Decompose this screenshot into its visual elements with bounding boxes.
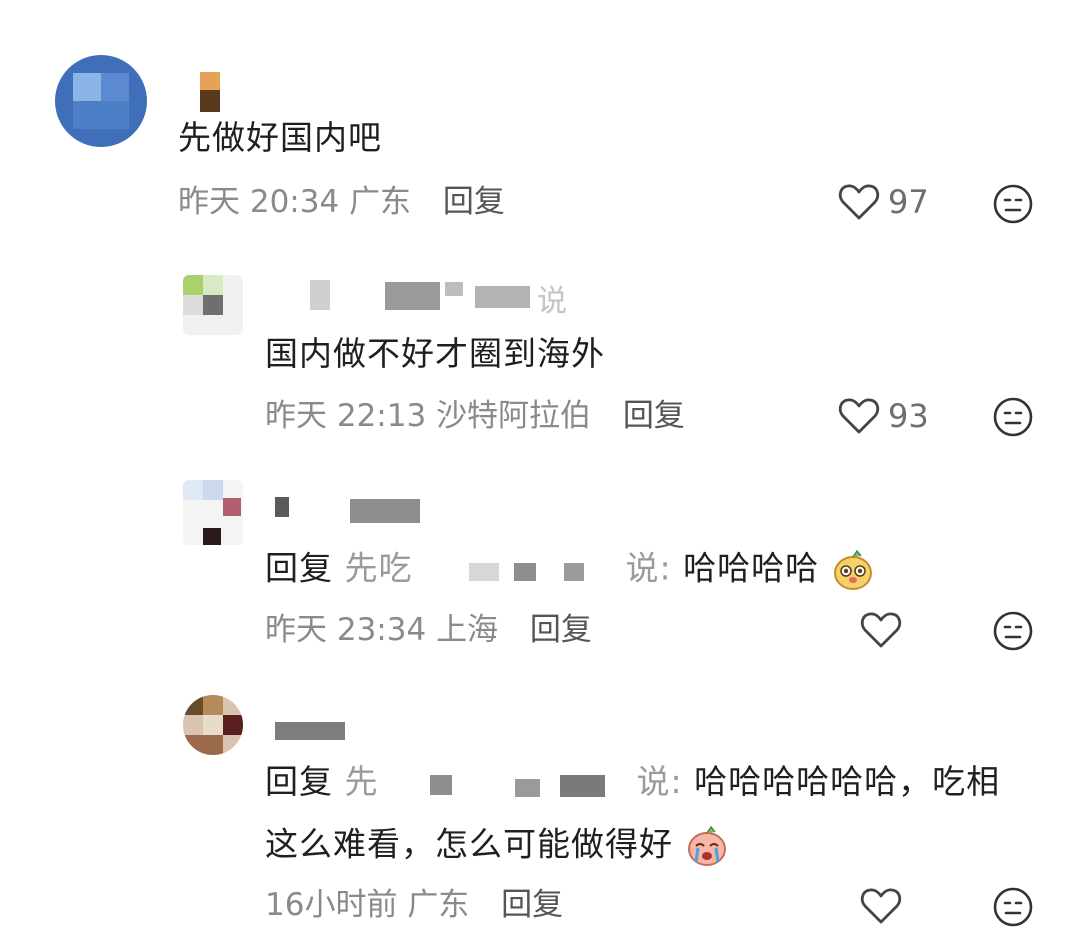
reply-button[interactable]: 回复 (443, 184, 505, 220)
like-count: 93 (888, 397, 929, 435)
username-pixel (350, 499, 420, 523)
comment-text-line: 回复 先吃 说: 哈哈哈哈 (265, 548, 875, 592)
reply-target-blur (424, 555, 614, 585)
avatar-pixel (183, 295, 203, 315)
comment-text: 哈哈哈哈 (683, 548, 820, 588)
avatar-pixel (73, 73, 101, 101)
username-pixel (445, 282, 463, 296)
comment-text-line: 这么难看，怎么可能做得好 (265, 824, 729, 868)
username-visible: 说 (537, 284, 567, 319)
avatar-pixel (223, 715, 243, 735)
reply-button[interactable]: 回复 (501, 887, 563, 923)
username-blurred[interactable] (275, 493, 425, 529)
comment-text-line: 回复 先 说: 哈哈哈哈哈哈，吃相 (265, 762, 1000, 802)
comment-location: 广东 (349, 184, 412, 220)
reply-button[interactable]: 回复 (623, 398, 685, 434)
heart-icon (860, 888, 902, 924)
heart-icon (838, 398, 880, 434)
comment-text: 国内做不好才圈到海外 (265, 334, 605, 373)
avatar-pixel (223, 498, 241, 516)
username-pixel (385, 282, 440, 310)
like-button[interactable] (860, 887, 902, 925)
cute-blob-emoji-icon (833, 549, 872, 590)
neutral-face-icon[interactable] (993, 887, 1033, 927)
comment-time: 昨天 23:34 (265, 612, 427, 648)
avatar-pixel (183, 275, 203, 295)
avatar-pixel (183, 695, 203, 715)
username-pixel (200, 72, 220, 90)
avatar-pixel (203, 715, 223, 735)
comment-location: 上海 (436, 612, 499, 648)
reply-target-name-end[interactable]: 说: (626, 549, 672, 588)
avatar-pixel (203, 480, 223, 500)
reply-target-name-start[interactable]: 先 (345, 762, 379, 801)
neutral-face-icon[interactable] (993, 184, 1033, 224)
like-button[interactable]: 93 (838, 397, 929, 435)
comment-text: 这么难看，怎么可能做得好 (265, 824, 673, 864)
like-count: 97 (888, 183, 929, 221)
comment-time: 16小时前 (265, 887, 398, 923)
username-blurred[interactable]: 说 (275, 280, 575, 319)
username-pixel (275, 497, 289, 517)
comment-text: 先做好国内吧 (178, 118, 382, 157)
reply-button[interactable]: 回复 (530, 612, 592, 648)
crying-face-emoji-icon (687, 825, 726, 866)
comment-time: 昨天 22:13 (265, 398, 427, 434)
username-pixel (469, 563, 499, 581)
username-pixel (430, 774, 452, 795)
comment-location: 沙特阿拉伯 (436, 398, 592, 434)
avatar-pixel (203, 528, 221, 545)
comment-time: 昨天 20:34 (178, 184, 340, 220)
comment-meta: 16小时前 广东 回复 (265, 885, 563, 925)
avatar-pixel (101, 73, 129, 101)
username-pixel (200, 90, 220, 112)
heart-icon (860, 612, 902, 648)
username-pixel (275, 722, 345, 740)
avatar[interactable] (183, 480, 243, 545)
reply-target-name-end[interactable]: 说: (637, 762, 683, 801)
username-pixel (310, 280, 330, 310)
reply-prefix: 回复 (265, 762, 333, 801)
username-pixel (515, 778, 540, 797)
avatar-pixel (183, 480, 203, 500)
comment-text: 哈哈哈哈哈哈，吃相 (694, 762, 1001, 801)
username-pixel (475, 286, 530, 308)
reply-prefix: 回复 (265, 548, 333, 588)
avatar[interactable] (183, 695, 243, 755)
comment-meta: 昨天 22:13 沙特阿拉伯 回复 (265, 396, 685, 436)
avatar-pixel (203, 275, 223, 295)
username-pixel (514, 563, 536, 581)
avatar[interactable] (183, 275, 243, 335)
comment-meta: 昨天 20:34 广东 回复 (178, 182, 505, 222)
comment-location: 广东 (407, 887, 470, 923)
avatar-pixel (183, 735, 223, 755)
username-pixel (560, 774, 605, 797)
avatar[interactable] (55, 55, 147, 147)
username-blurred[interactable] (275, 712, 355, 742)
avatar-pixel (73, 101, 129, 129)
neutral-face-icon[interactable] (993, 397, 1033, 437)
comment-meta: 昨天 23:34 上海 回复 (265, 610, 592, 650)
username-blurred[interactable] (200, 72, 220, 112)
avatar-pixel (203, 695, 223, 715)
heart-icon (838, 184, 880, 220)
like-button[interactable] (860, 611, 902, 649)
avatar-pixel (203, 295, 223, 315)
reply-target-name-start[interactable]: 先吃 (345, 549, 413, 588)
like-button[interactable]: 97 (838, 183, 929, 221)
neutral-face-icon[interactable] (993, 611, 1033, 651)
username-pixel (564, 563, 584, 581)
reply-target-blur (390, 769, 625, 799)
